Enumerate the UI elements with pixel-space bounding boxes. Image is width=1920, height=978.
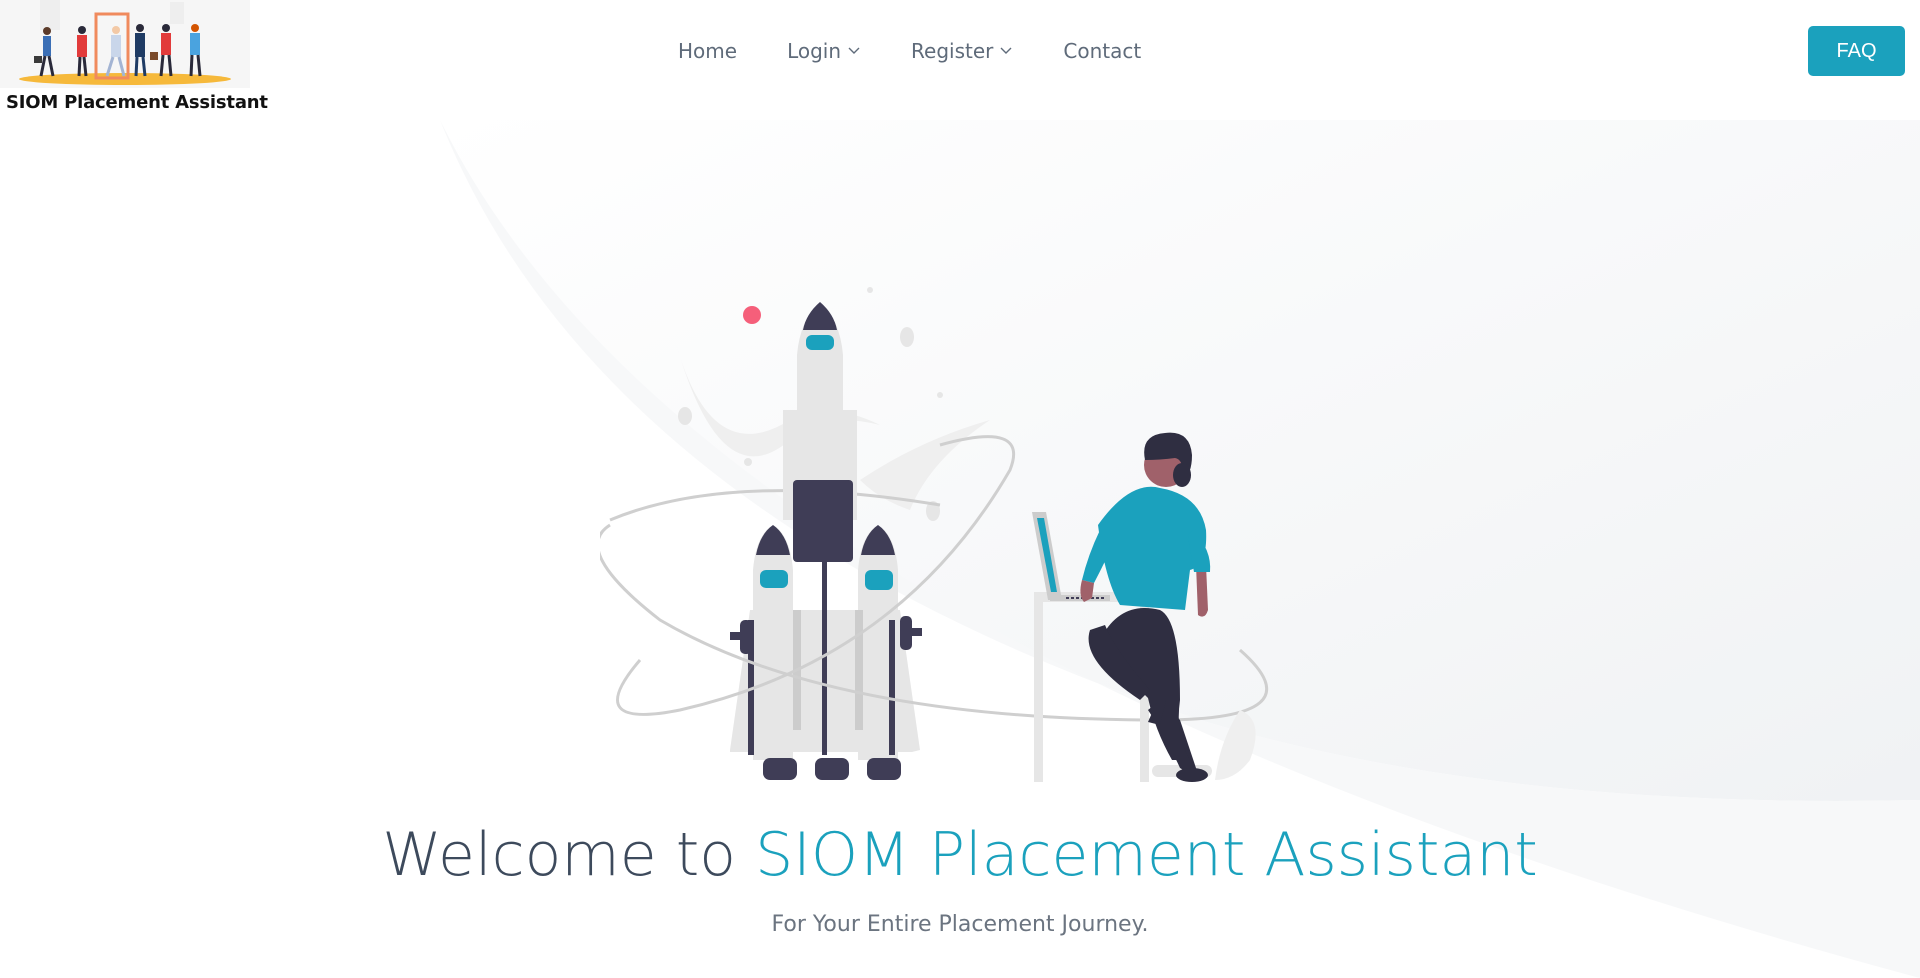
nav-login-dropdown[interactable]: Login xyxy=(787,39,861,63)
hero-title-accent: SIOM Placement Assistant xyxy=(755,820,1538,890)
chevron-down-icon xyxy=(848,47,860,54)
landing-page: SIOM Placement Assistant Home Login Regi… xyxy=(0,0,1920,978)
faq-button[interactable]: FAQ xyxy=(1808,26,1905,76)
nav-home[interactable]: Home xyxy=(678,39,737,63)
red-dot xyxy=(743,306,761,324)
rocket-launch-illustration xyxy=(600,287,1269,782)
hero-title-prefix: Welcome to xyxy=(382,820,756,890)
nav-contact-label: Contact xyxy=(1063,39,1142,63)
logo-people-illustration xyxy=(0,0,250,88)
hero-title: Welcome to SIOM Placement Assistant xyxy=(0,820,1920,890)
nav-login-label: Login xyxy=(787,39,842,63)
nav-home-label: Home xyxy=(678,39,738,63)
main-nav: Home Login Register Contact xyxy=(678,36,1191,66)
logo-text: SIOM Placement Assistant xyxy=(6,92,268,113)
hero-subtitle: For Your Entire Placement Journey. xyxy=(771,912,1149,937)
nav-register-dropdown[interactable]: Register xyxy=(911,39,1013,63)
site-logo[interactable]: SIOM Placement Assistant xyxy=(0,0,268,120)
chevron-down-icon xyxy=(1000,47,1012,54)
nav-contact[interactable]: Contact xyxy=(1063,39,1141,63)
rocket-window xyxy=(806,335,834,350)
nav-register-label: Register xyxy=(911,39,994,63)
